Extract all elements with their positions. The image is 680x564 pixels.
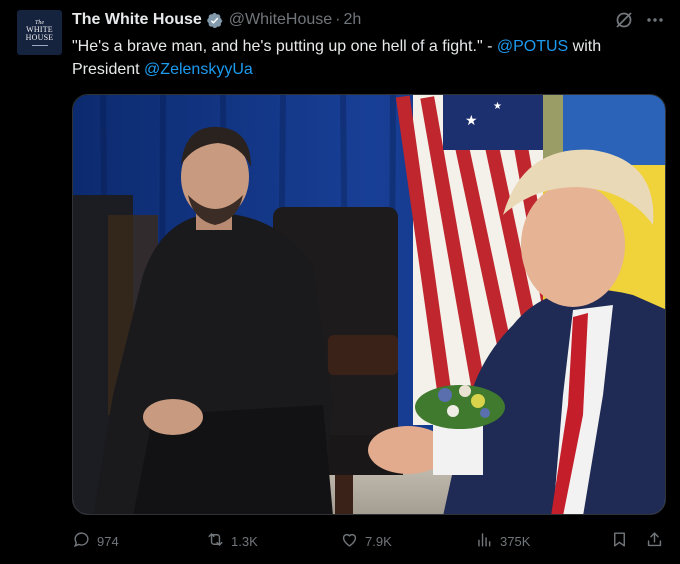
bookmark-button[interactable] bbox=[610, 528, 629, 554]
separator-dot: · bbox=[335, 11, 341, 28]
reply-count: 974 bbox=[97, 533, 119, 549]
mention-link[interactable]: @POTUS bbox=[497, 38, 568, 55]
mention-link[interactable]: @ZelenskyyUa bbox=[144, 61, 253, 78]
svg-text:★: ★ bbox=[465, 113, 478, 129]
author-name[interactable]: The White House bbox=[72, 11, 202, 29]
verified-badge-icon[interactable] bbox=[206, 12, 223, 29]
views-icon bbox=[475, 530, 500, 552]
tweet-text: "He's a brave man, and he's putting up o… bbox=[72, 35, 662, 81]
bookmark-icon bbox=[610, 530, 629, 552]
like-count: 7.9K bbox=[365, 533, 392, 549]
photo-illustration: ★ ★ bbox=[73, 95, 665, 514]
reply-icon bbox=[72, 530, 97, 552]
like-icon bbox=[340, 530, 365, 552]
avatar-rule bbox=[31, 44, 48, 46]
action-bar: 974 1.3K 7.9K 375K bbox=[72, 528, 668, 554]
repost-icon bbox=[206, 530, 231, 552]
more-icon[interactable] bbox=[644, 9, 666, 31]
avatar-text-line: HOUSE bbox=[25, 32, 54, 42]
share-icon bbox=[645, 530, 664, 552]
views-count: 375K bbox=[500, 533, 531, 549]
author-handle[interactable]: @WhiteHouse bbox=[229, 11, 332, 29]
flower-bouquet bbox=[415, 385, 505, 429]
views-button[interactable]: 375K bbox=[475, 528, 530, 554]
timestamp[interactable]: 2h bbox=[344, 11, 362, 29]
tweet-photo[interactable]: ★ ★ bbox=[72, 94, 666, 515]
repost-count: 1.3K bbox=[231, 533, 258, 549]
tweet-header: The White House @WhiteHouse · 2h bbox=[72, 9, 361, 31]
tweet-quote: "He's a brave man, and he's putting up o… bbox=[72, 38, 497, 55]
share-button[interactable] bbox=[645, 528, 664, 554]
repost-button[interactable]: 1.3K bbox=[206, 528, 258, 554]
avatar[interactable]: The WHITE HOUSE bbox=[17, 10, 62, 55]
svg-text:★: ★ bbox=[493, 101, 502, 112]
reply-button[interactable]: 974 bbox=[72, 528, 119, 554]
like-button[interactable]: 7.9K bbox=[340, 528, 392, 554]
grok-icon[interactable] bbox=[614, 10, 634, 30]
